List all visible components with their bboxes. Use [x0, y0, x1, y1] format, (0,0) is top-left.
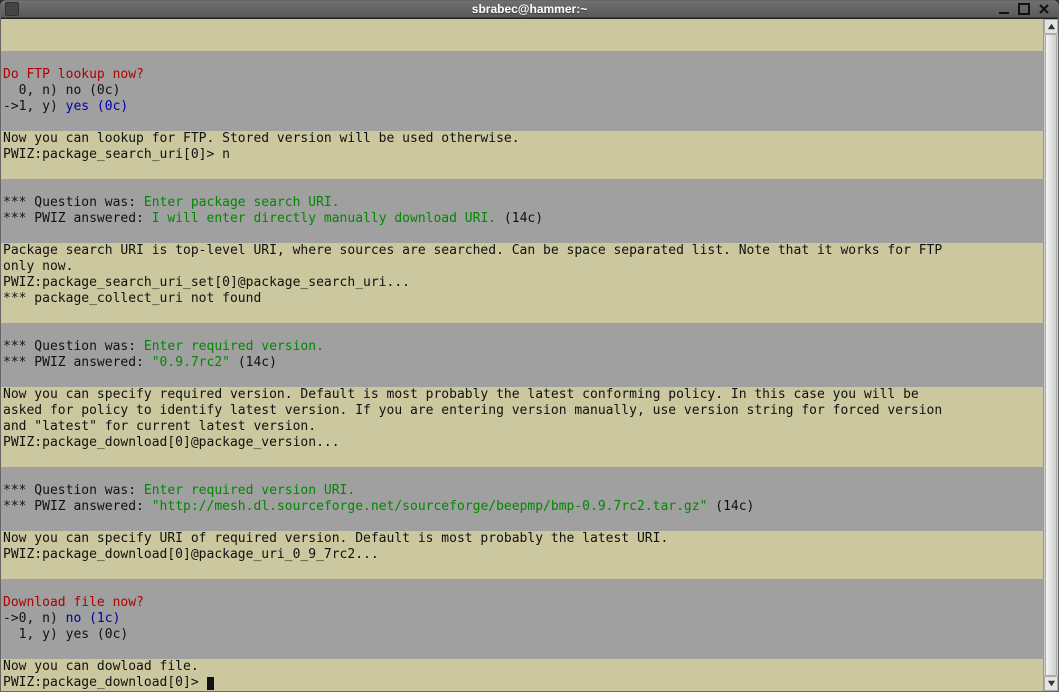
window-title: sbrabec@hammer:~: [1, 2, 1058, 16]
terminal-line: 1, y) yes (0c): [1, 627, 1043, 643]
terminal-line: [1, 643, 1043, 659]
terminal-window: sbrabec@hammer:~ Do FTP lookup now? 0, n…: [0, 0, 1059, 692]
terminal-line: [1, 227, 1043, 243]
terminal-text: PWIZ:package_download[0]@package_uri_0_9…: [3, 547, 379, 562]
terminal-line: [1, 115, 1043, 131]
terminal-line: *** PWIZ answered: I will enter directly…: [1, 211, 1043, 227]
terminal-line: [1, 163, 1043, 179]
terminal-text: Enter required version URI.: [144, 483, 355, 498]
terminal-line: [1, 371, 1043, 387]
terminal-line: PWIZ:package_search_uri[0]> n: [1, 147, 1043, 163]
terminal-line: asked for policy to identify latest vers…: [1, 403, 1043, 419]
window-controls: [996, 2, 1058, 16]
terminal-text: Now you can specify required version. De…: [3, 387, 919, 402]
terminal-line: PWIZ:package_download[0]@package_version…: [1, 435, 1043, 451]
terminal-text: *** Question was:: [3, 483, 144, 498]
terminal-line: *** Question was: Enter required version…: [1, 483, 1043, 499]
app-icon: [5, 2, 19, 16]
terminal-line: *** PWIZ answered: "http://mesh.dl.sourc…: [1, 499, 1043, 515]
terminal[interactable]: Do FTP lookup now? 0, n) no (0c)->1, y) …: [1, 19, 1043, 691]
terminal-line: 0, n) no (0c): [1, 83, 1043, 99]
terminal-text: only now.: [3, 259, 73, 274]
terminal-text: *** PWIZ answered:: [3, 355, 152, 370]
terminal-text: Package search URI is top-level URI, whe…: [3, 243, 942, 258]
terminal-text: *** Question was:: [3, 339, 144, 354]
terminal-text: ->1, y): [3, 99, 66, 114]
terminal-text: *** PWIZ answered:: [3, 499, 152, 514]
terminal-text: no (1c): [66, 611, 121, 626]
terminal-line: *** PWIZ answered: "0.9.7rc2" (14c): [1, 355, 1043, 371]
terminal-line: [1, 307, 1043, 323]
terminal-cursor: [207, 677, 214, 690]
terminal-line: and "latest" for current latest version.: [1, 419, 1043, 435]
terminal-text: (14c): [230, 355, 277, 370]
terminal-line: ->0, n) no (1c): [1, 611, 1043, 627]
terminal-line: [1, 579, 1043, 595]
terminal-line: [1, 467, 1043, 483]
terminal-line: Now you can specify URI of required vers…: [1, 531, 1043, 547]
terminal-line: [1, 515, 1043, 531]
terminal-text: Enter package search URI.: [144, 195, 340, 210]
terminal-line: [1, 19, 1043, 35]
terminal-text: 0, n) no (0c): [3, 83, 120, 98]
minimize-button[interactable]: [996, 2, 1012, 16]
terminal-text: PWIZ:package_download[0]@package_version…: [3, 435, 340, 450]
terminal-text: Now you can lookup for FTP. Stored versi…: [3, 131, 520, 146]
terminal-line: *** package_collect_uri not found: [1, 291, 1043, 307]
terminal-line: [1, 451, 1043, 467]
terminal-scroll-wrap: Do FTP lookup now? 0, n) no (0c)->1, y) …: [1, 19, 1058, 691]
terminal-line: Now you can dowload file.: [1, 659, 1043, 675]
scrollbar: [1043, 19, 1058, 691]
terminal-line: [1, 323, 1043, 339]
terminal-line: Download file now?: [1, 595, 1043, 611]
terminal-text: "http://mesh.dl.sourceforge.net/sourcefo…: [152, 499, 708, 514]
terminal-text: 1, y) yes (0c): [3, 627, 128, 642]
terminal-line: *** Question was: Enter required version…: [1, 339, 1043, 355]
terminal-text: Enter required version.: [144, 339, 324, 354]
terminal-line: Do FTP lookup now?: [1, 67, 1043, 83]
terminal-line: ->1, y) yes (0c): [1, 99, 1043, 115]
terminal-text: yes (0c): [66, 99, 129, 114]
scroll-track[interactable]: [1044, 34, 1058, 676]
terminal-text: PWIZ:package_search_uri_set[0]@package_s…: [3, 275, 410, 290]
terminal-line: Now you can lookup for FTP. Stored versi…: [1, 131, 1043, 147]
terminal-line: [1, 563, 1043, 579]
terminal-text: Do FTP lookup now?: [3, 67, 144, 82]
terminal-line: PWIZ:package_download[0]@package_uri_0_9…: [1, 547, 1043, 563]
terminal-text: "0.9.7rc2": [152, 355, 230, 370]
terminal-line: Now you can specify required version. De…: [1, 387, 1043, 403]
terminal-text: (14c): [496, 211, 543, 226]
terminal-text: Now you can dowload file.: [3, 659, 199, 674]
terminal-text: Now you can specify URI of required vers…: [3, 531, 668, 546]
terminal-text: *** package_collect_uri not found: [3, 291, 261, 306]
terminal-line: PWIZ:package_search_uri_set[0]@package_s…: [1, 275, 1043, 291]
terminal-text: *** Question was:: [3, 195, 144, 210]
terminal-line: only now.: [1, 259, 1043, 275]
terminal-line: PWIZ:package_download[0]>: [1, 675, 1043, 691]
client-area: Do FTP lookup now? 0, n) no (0c)->1, y) …: [1, 18, 1058, 691]
titlebar: sbrabec@hammer:~: [1, 1, 1058, 18]
terminal-text: PWIZ:package_search_uri[0]> n: [3, 147, 230, 162]
terminal-text: PWIZ:package_download[0]>: [3, 675, 207, 690]
terminal-text: Download file now?: [3, 595, 144, 610]
terminal-line: [1, 51, 1043, 67]
terminal-text: I will enter directly manually download …: [152, 211, 496, 226]
terminal-text: ->0, n): [3, 611, 66, 626]
terminal-line: Package search URI is top-level URI, whe…: [1, 243, 1043, 259]
scroll-up-button[interactable]: [1044, 19, 1058, 34]
scroll-thumb[interactable]: [1045, 34, 1057, 676]
terminal-line: [1, 35, 1043, 51]
terminal-text: asked for policy to identify latest vers…: [3, 403, 942, 418]
close-button[interactable]: [1036, 2, 1052, 16]
scroll-down-button[interactable]: [1044, 676, 1058, 691]
terminal-text: and "latest" for current latest version.: [3, 419, 316, 434]
terminal-line: *** Question was: Enter package search U…: [1, 195, 1043, 211]
terminal-line: [1, 179, 1043, 195]
terminal-text: *** PWIZ answered:: [3, 211, 152, 226]
terminal-text: (14c): [707, 499, 754, 514]
maximize-button[interactable]: [1016, 2, 1032, 16]
